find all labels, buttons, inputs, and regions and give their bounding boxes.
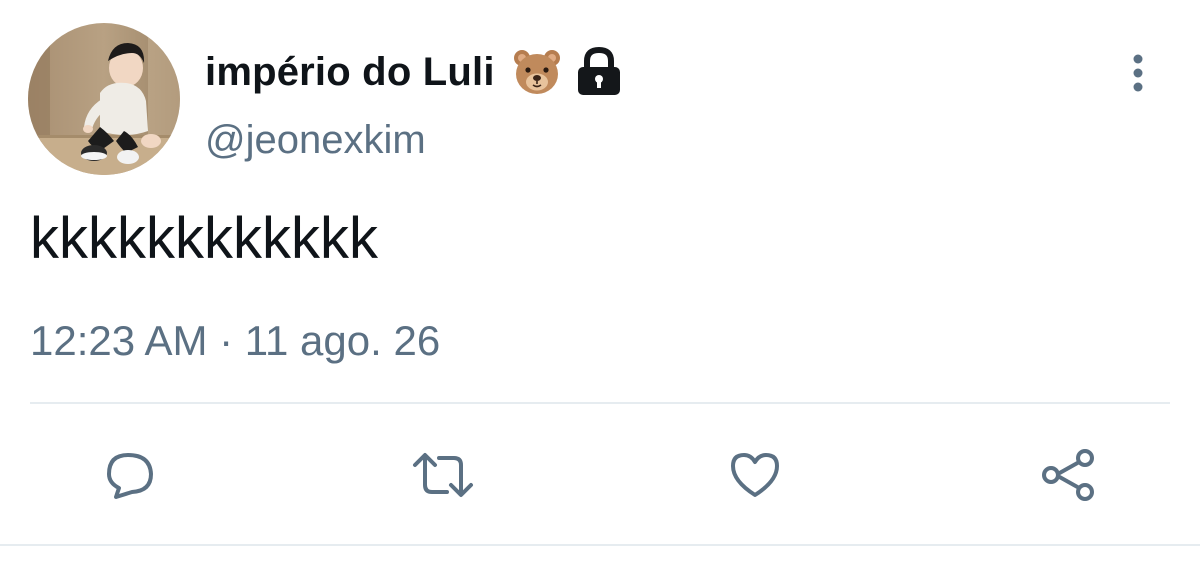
- author-handle[interactable]: @jeonexkim: [205, 118, 426, 163]
- avatar-image: [28, 23, 180, 175]
- divider: [30, 402, 1170, 404]
- tweet-timestamp[interactable]: 12:23 AM · 11 ago. 26: [30, 317, 440, 365]
- more-vertical-icon: [1133, 54, 1143, 92]
- display-name[interactable]: império do Luli: [205, 50, 495, 95]
- reply-button[interactable]: [95, 440, 165, 510]
- divider: [0, 544, 1200, 546]
- like-button[interactable]: [720, 440, 790, 510]
- bear-emoji-icon: [511, 46, 563, 98]
- share-button[interactable]: [1033, 440, 1103, 510]
- reply-icon: [107, 453, 153, 499]
- share-icon: [1042, 449, 1094, 501]
- avatar[interactable]: [28, 23, 180, 175]
- more-options-button[interactable]: [1118, 50, 1158, 94]
- lock-icon: [575, 46, 623, 97]
- author-name-row[interactable]: império do Luli: [205, 40, 623, 104]
- tweet-text: kkkkkkkkkkkk: [30, 206, 378, 271]
- heart-icon: [731, 453, 779, 497]
- retweet-icon: [413, 453, 473, 497]
- retweet-button[interactable]: [408, 440, 478, 510]
